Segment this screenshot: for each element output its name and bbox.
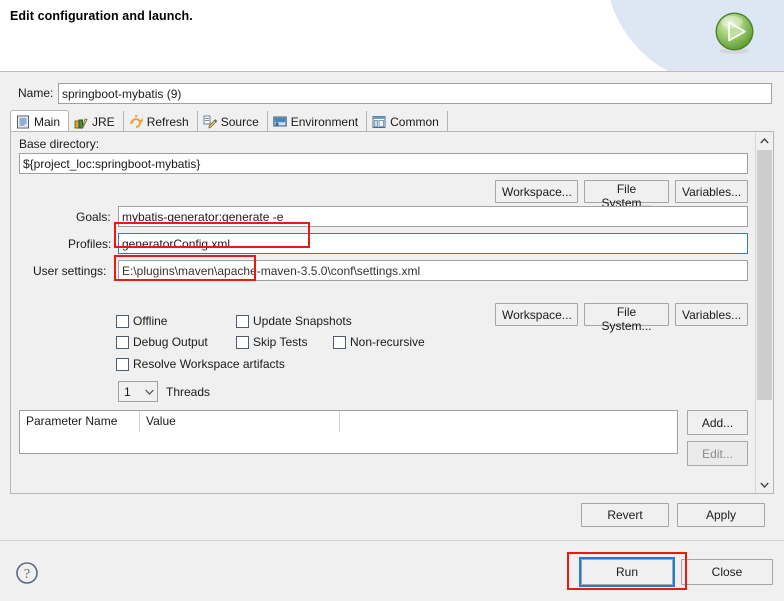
checkbox-update-snapshots[interactable]: Update Snapshots	[236, 314, 352, 328]
parameter-edit-button[interactable]: Edit...	[687, 441, 748, 466]
tab-environment-label: Environment	[291, 115, 358, 129]
source-pencil-icon	[203, 115, 217, 129]
green-run-play-icon	[712, 10, 757, 55]
edit-configuration-dialog: Edit configuration and launch.	[0, 0, 784, 601]
tab-source[interactable]: Source	[198, 111, 268, 132]
settings-variables-button[interactable]: Variables...	[675, 303, 748, 326]
checkbox-debug-output-label: Debug Output	[133, 335, 208, 349]
tab-common-label: Common	[390, 115, 439, 129]
parameter-table[interactable]: Parameter Name Value	[19, 410, 678, 454]
checkbox-non-recursive[interactable]: Non-recursive	[333, 335, 425, 349]
tab-source-label: Source	[221, 115, 259, 129]
checkbox-skip-tests[interactable]: Skip Tests	[236, 335, 307, 349]
main-document-icon	[16, 115, 30, 129]
parameter-table-header: Parameter Name Value	[20, 411, 677, 432]
base-directory-input[interactable]	[19, 153, 748, 174]
dialog-body: Name: Main	[0, 72, 784, 601]
threads-spinner[interactable]: 1	[118, 381, 158, 402]
checkbox-offline[interactable]: Offline	[116, 314, 167, 328]
checkbox-skip-tests-label: Skip Tests	[253, 335, 307, 349]
main-tab-scroll-area: Base directory: Workspace... File System…	[11, 132, 756, 493]
checkbox-offline-box[interactable]	[116, 315, 129, 328]
checkbox-resolve-workspace-artifacts-label: Resolve Workspace artifacts	[133, 357, 285, 371]
profiles-label: Profiles:	[68, 237, 111, 251]
scroll-up-arrow-icon[interactable]	[756, 132, 773, 149]
content-vertical-scrollbar[interactable]	[755, 132, 773, 493]
checkbox-resolve-workspace-artifacts[interactable]: Resolve Workspace artifacts	[116, 357, 285, 371]
chevron-down-icon[interactable]	[141, 382, 157, 401]
checkbox-offline-label: Offline	[133, 314, 167, 328]
run-button[interactable]: Run	[581, 559, 673, 585]
scroll-down-arrow-icon[interactable]	[756, 476, 773, 493]
help-question-icon[interactable]: ?	[14, 560, 40, 586]
footer-divider	[0, 540, 784, 541]
name-input[interactable]	[58, 83, 772, 104]
revert-button[interactable]: Revert	[581, 503, 669, 527]
name-label: Name:	[18, 86, 53, 100]
checkbox-non-recursive-box[interactable]	[333, 336, 346, 349]
jre-books-icon	[74, 115, 88, 129]
scrollbar-thumb[interactable]	[757, 150, 772, 400]
base-directory-label: Base directory:	[19, 137, 99, 151]
tab-jre-label: JRE	[92, 115, 115, 129]
threads-label: Threads	[166, 385, 210, 399]
settings-workspace-button[interactable]: Workspace...	[495, 303, 578, 326]
tab-environment[interactable]: Environment	[268, 111, 367, 132]
apply-button[interactable]: Apply	[677, 503, 765, 527]
user-settings-input[interactable]	[118, 260, 748, 281]
goals-input[interactable]	[118, 206, 748, 227]
goals-label: Goals:	[76, 210, 111, 224]
dialog-banner: Edit configuration and launch.	[0, 0, 784, 72]
tab-jre[interactable]: JRE	[69, 111, 124, 132]
parameter-table-col-filler	[340, 411, 677, 432]
threads-value: 1	[119, 385, 141, 399]
checkbox-update-snapshots-box[interactable]	[236, 315, 249, 328]
tab-refresh[interactable]: Refresh	[124, 111, 198, 132]
environment-icon	[273, 115, 287, 129]
checkbox-debug-output[interactable]: Debug Output	[116, 335, 208, 349]
dialog-title: Edit configuration and launch.	[10, 9, 193, 23]
base-dir-variables-button[interactable]: Variables...	[675, 180, 748, 203]
tab-bar: Main JRE	[10, 111, 774, 132]
base-dir-workspace-button[interactable]: Workspace...	[495, 180, 578, 203]
parameter-add-button[interactable]: Add...	[687, 410, 748, 435]
checkbox-update-snapshots-label: Update Snapshots	[253, 314, 352, 328]
parameter-table-col-name: Parameter Name	[20, 411, 140, 432]
name-row: Name:	[10, 83, 774, 105]
common-window-icon	[372, 115, 386, 129]
checkbox-resolve-workspace-artifacts-box[interactable]	[116, 358, 129, 371]
tab-refresh-label: Refresh	[147, 115, 189, 129]
tab-common[interactable]: Common	[367, 111, 448, 132]
refresh-arrows-icon	[129, 115, 143, 129]
settings-filesystem-button[interactable]: File System...	[584, 303, 669, 326]
tab-main[interactable]: Main	[10, 110, 69, 132]
profiles-input[interactable]	[118, 233, 748, 254]
tab-main-label: Main	[34, 115, 60, 129]
checkbox-debug-output-box[interactable]	[116, 336, 129, 349]
base-dir-filesystem-button[interactable]: File System...	[584, 180, 669, 203]
checkbox-non-recursive-label: Non-recursive	[350, 335, 425, 349]
main-tab-content: Base directory: Workspace... File System…	[10, 131, 774, 494]
parameter-table-col-value: Value	[140, 411, 340, 432]
user-settings-label: User settings:	[33, 264, 106, 278]
checkbox-skip-tests-box[interactable]	[236, 336, 249, 349]
svg-text:?: ?	[24, 567, 30, 582]
close-button[interactable]: Close	[681, 559, 773, 585]
